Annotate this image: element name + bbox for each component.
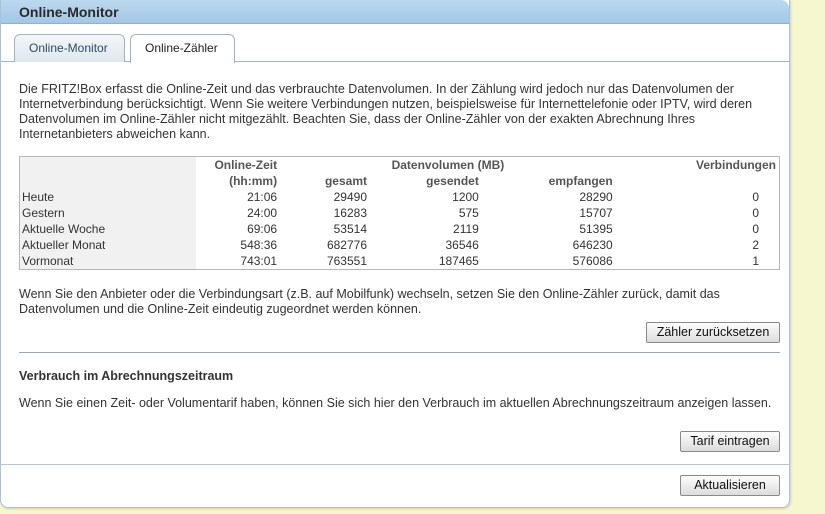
reset-counter-button[interactable]: Zähler zurücksetzen [646,322,780,343]
row-label: Vormonat [19,253,197,270]
row-online-time: 24:00 [196,205,281,222]
row-online-time: 21:06 [196,189,281,206]
header-online-zeit: Online-Zeit [214,158,278,172]
row-received: 646230 [481,237,616,254]
row-sent: 187465 [370,253,482,270]
row-connections: 0 [615,221,780,238]
row-total: 763551 [280,253,370,270]
row-label: Heute [19,189,197,206]
row-received: 15707 [481,205,616,222]
intro-text-block: Die FRITZ!Box erfasst die Online-Zeit un… [19,82,779,142]
tab-online-zaehler[interactable]: Online-Zähler [130,34,235,63]
header-empty-2 [19,173,197,190]
row-total: 682776 [280,237,370,254]
row-sent: 575 [370,205,482,222]
billing-description: Wenn Sie einen Zeit- oder Volumentarif h… [19,396,772,410]
row-received: 576086 [481,253,616,270]
header-hhmm: (hh:mm) [229,174,278,188]
header-gesamt: gesamt [324,174,367,188]
online-monitor-panel: Online-Monitor Online-Monitor Online-Zäh… [0,0,790,508]
row-online-time: 743:01 [196,253,281,270]
online-counter-table: Online-Zeit Datenvolumen (MB) Verbindung… [19,156,780,270]
row-label: Gestern [19,205,197,222]
tarif-eintragen-button[interactable]: Tarif eintragen [680,431,780,452]
row-sent: 1200 [370,189,482,206]
row-connections: 1 [615,253,780,270]
row-sent: 2119 [370,221,482,238]
tab-online-monitor[interactable]: Online-Monitor [14,34,125,62]
intro-text: Die FRITZ!Box erfasst die Online-Zeit un… [19,82,753,141]
divider-top [19,352,780,353]
table-row: Heute 21:06 29490 1200 28290 0 [19,189,780,206]
row-received: 28290 [481,189,616,206]
row-label: Aktueller Monat [19,237,197,254]
header-empfangen: empfangen [548,174,613,188]
row-online-time: 69:06 [196,221,281,238]
header-gesendet: gesendet [426,174,479,188]
row-connections: 2 [615,237,780,254]
row-sent: 36546 [370,237,482,254]
panel-title: Online-Monitor [1,0,789,24]
row-connections: 0 [615,205,780,222]
refresh-button[interactable]: Aktualisieren [680,475,780,496]
table-row: Aktuelle Woche 69:06 53514 2119 51395 0 [19,221,780,238]
billing-section-title: Verbrauch im Abrechnungszeitraum [19,369,234,383]
row-total: 16283 [280,205,370,222]
header-verbindungen: Verbindungen [695,158,776,172]
row-label: Aktuelle Woche [19,221,197,238]
table-row: Gestern 24:00 16283 575 15707 0 [19,205,780,222]
row-connections: 0 [615,189,780,206]
header-empty [19,156,197,174]
header-datenvolumen: Datenvolumen (MB) [391,158,505,172]
row-online-time: 548:36 [196,237,281,254]
row-total: 29490 [280,189,370,206]
reset-description: Wenn Sie den Anbieter oder die Verbindun… [19,287,720,316]
tab-bar: Online-Monitor Online-Zähler [1,24,789,63]
divider-bottom [1,464,790,465]
row-total: 53514 [280,221,370,238]
row-received: 51395 [481,221,616,238]
table-row: Vormonat 743:01 763551 187465 576086 1 [19,253,780,270]
table-row: Aktueller Monat 548:36 682776 36546 6462… [19,237,780,254]
header-empty-3 [616,174,780,190]
